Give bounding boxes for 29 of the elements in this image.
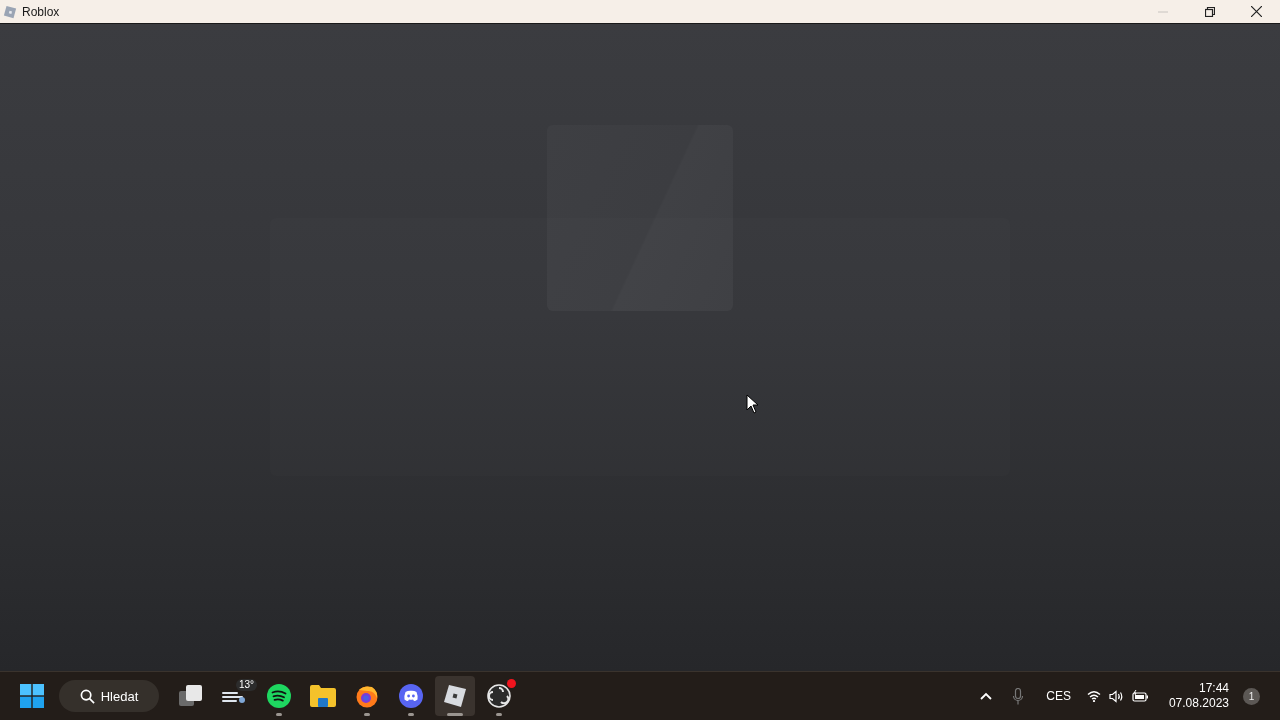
wifi-icon: [1086, 690, 1101, 702]
wind-icon: [222, 689, 248, 703]
temperature-badge: 13°: [235, 679, 257, 691]
obs-icon: [487, 684, 511, 708]
firefox-icon: [355, 684, 379, 708]
microphone-icon: [1013, 687, 1024, 705]
task-view-icon: [179, 685, 203, 707]
discord-icon: [399, 684, 423, 708]
clock-button[interactable]: 17:44 07.08.2023: [1152, 681, 1237, 711]
clock-time: 17:44: [1198, 681, 1229, 696]
search-button[interactable]: Hledat: [59, 680, 159, 712]
battery-charging-icon: [1131, 690, 1149, 702]
volume-icon: [1108, 689, 1124, 703]
restore-icon: [1204, 6, 1215, 17]
spotify-icon: [267, 684, 291, 708]
roblox-icon: [444, 685, 466, 707]
search-icon: [79, 688, 95, 704]
folder-icon: [310, 685, 336, 707]
chevron-up-icon: [980, 692, 993, 700]
notification-count-badge[interactable]: 1: [1243, 687, 1260, 705]
windows-logo-icon: [20, 684, 44, 708]
close-icon: [1251, 6, 1262, 17]
taskbar-app-button[interactable]: 13°: [215, 676, 255, 716]
roblox-icon: [3, 4, 17, 19]
taskbar-app-button[interactable]: [435, 676, 475, 716]
mouse-cursor-icon: [746, 394, 760, 414]
window-title: Roblox: [22, 4, 60, 19]
language-button[interactable]: CES: [1036, 680, 1081, 712]
clock-date: 07.08.2023: [1168, 696, 1229, 711]
